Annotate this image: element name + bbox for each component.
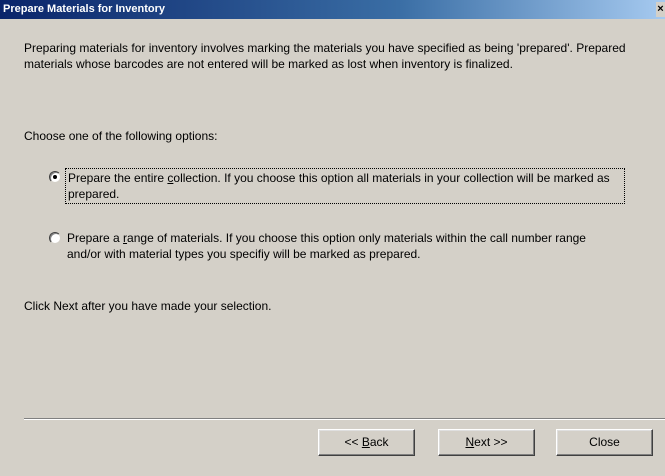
next-button[interactable]: Next >> <box>438 429 535 456</box>
close-icon[interactable]: × <box>656 2 665 17</box>
radio-entire-collection[interactable] <box>49 171 61 183</box>
radio-selected-dot <box>53 175 57 179</box>
option-range-of-materials-label[interactable]: Prepare a range of materials. If you cho… <box>65 229 625 263</box>
next-post: ext >> <box>474 435 508 449</box>
wizard-content: Preparing materials for inventory involv… <box>0 19 665 476</box>
title-bar[interactable]: Prepare Materials for Inventory × <box>0 0 665 19</box>
option-text-pre: Prepare the entire <box>68 171 168 185</box>
hint-text: Click Next after you have made your sele… <box>24 299 272 313</box>
wizard-window: Prepare Materials for Inventory × Prepar… <box>0 0 665 476</box>
radio-range-of-materials[interactable] <box>49 232 61 244</box>
back-mnemonic: B <box>361 435 370 449</box>
back-post: ack <box>369 435 389 449</box>
back-button[interactable]: << Back <box>318 429 415 456</box>
separator-line <box>24 418 665 420</box>
next-mnemonic: N <box>465 435 475 449</box>
option-entire-collection-label[interactable]: Prepare the entire collection. If you ch… <box>65 168 625 204</box>
close-button[interactable]: Close <box>556 429 653 456</box>
option-text-pre: Prepare a <box>67 231 124 245</box>
option-text-post: ange of materials. If you choose this op… <box>67 231 586 261</box>
intro-paragraph: Preparing materials for inventory involv… <box>24 41 626 71</box>
choose-label: Choose one of the following options: <box>24 129 218 143</box>
back-pre: << <box>344 435 362 449</box>
intro-text: Preparing materials for inventory involv… <box>24 40 634 72</box>
window-title: Prepare Materials for Inventory <box>3 3 166 15</box>
